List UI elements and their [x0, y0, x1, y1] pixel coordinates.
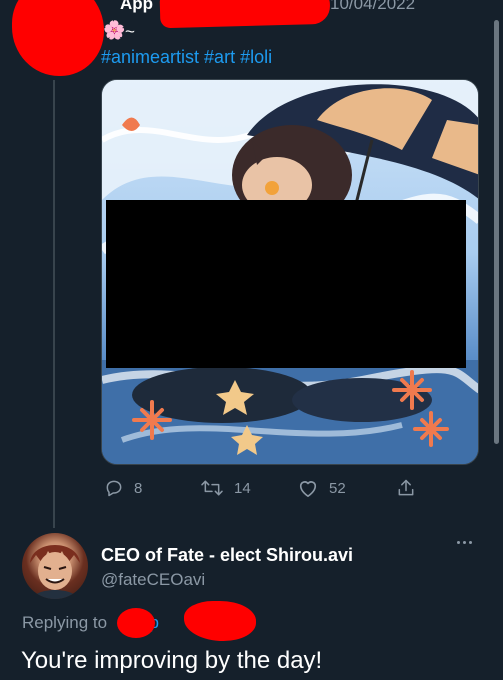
- reply-text: You're improving by the day!: [21, 647, 323, 674]
- redaction-reply-user-2: [184, 601, 256, 641]
- like-action[interactable]: 52: [297, 477, 346, 499]
- retweet-action[interactable]: 14: [200, 477, 251, 499]
- redaction-reply-user-1: [117, 608, 155, 638]
- tweet-text-suffix: ~: [125, 22, 135, 41]
- censor-box: [106, 200, 466, 368]
- replying-to-label: Replying to: [22, 613, 108, 632]
- tweet-author-name[interactable]: App: [120, 0, 153, 14]
- reply-author-handle[interactable]: @fateCEOavi: [101, 570, 205, 590]
- hashtag-link[interactable]: #animeartist: [101, 47, 199, 67]
- avatar-illustration: [30, 545, 80, 599]
- like-count: 52: [329, 479, 346, 497]
- scrollbar[interactable]: [494, 20, 499, 444]
- share-action[interactable]: [396, 477, 416, 499]
- like-icon: [299, 481, 317, 497]
- reply-count: 8: [134, 479, 143, 497]
- reply-icon: [106, 480, 122, 497]
- hashtag-link[interactable]: #loli: [240, 47, 272, 67]
- reply-author-avatar[interactable]: [22, 533, 88, 599]
- retweet-icon: [201, 480, 223, 496]
- redaction-author-avatar: [12, 0, 104, 76]
- cherry-blossom-emoji: 🌸: [103, 20, 126, 40]
- tweet-hashtags: #animeartist #art #loli: [101, 47, 277, 68]
- more-icon[interactable]: [457, 541, 479, 549]
- thread-connector-line: [53, 80, 55, 528]
- share-icon: [398, 479, 414, 496]
- hashtag-link[interactable]: #art: [204, 47, 235, 67]
- reply-action[interactable]: 8: [104, 477, 142, 499]
- retweet-count: 14: [234, 479, 251, 497]
- redaction-author-name: [159, 0, 331, 29]
- tweet-date[interactable]: 10/04/2022: [330, 0, 415, 14]
- reply-author-name[interactable]: CEO of Fate - elect Shirou.avi: [101, 545, 353, 566]
